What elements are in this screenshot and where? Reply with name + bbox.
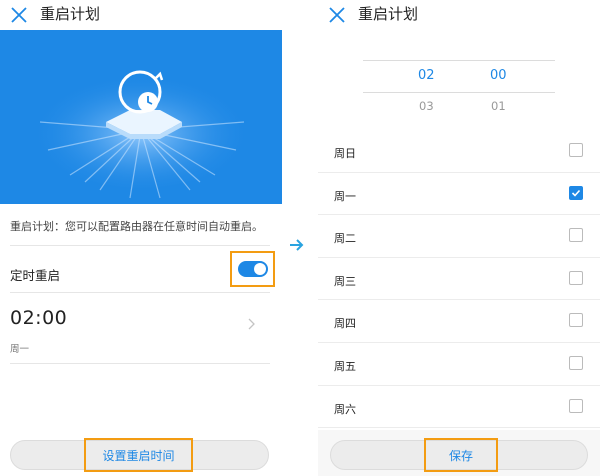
day-label: 周五: [334, 360, 356, 373]
minute-next[interactable]: 01: [491, 99, 506, 113]
page-title: 重启计划: [358, 5, 419, 23]
picker-line: [363, 60, 555, 61]
hour-selected[interactable]: 02: [418, 68, 435, 83]
day-row-friday[interactable]: 周五: [318, 343, 600, 386]
schedule-description: 重启计划：您可以配置路由器在任意时间自动重启。: [10, 220, 263, 233]
day-row-tuesday[interactable]: 周二: [318, 215, 600, 258]
day-checkbox[interactable]: [569, 356, 583, 370]
day-row-sunday[interactable]: 周日: [318, 130, 600, 173]
day-label: 周六: [334, 402, 356, 416]
set-reboot-time-button[interactable]: 设置重启时间: [84, 438, 193, 472]
hero-banner: [0, 30, 282, 204]
weekday-list: 周日 周一 周二 周三 周四 周五 周六: [318, 130, 600, 430]
day-row-monday[interactable]: 周一: [318, 173, 600, 216]
arrow-right-icon: [290, 239, 304, 251]
divider: [10, 363, 270, 364]
check-icon: [571, 189, 581, 197]
reboot-time[interactable]: 02:00: [10, 307, 67, 329]
day-row-saturday[interactable]: 周六: [318, 386, 600, 429]
day-row-wednesday[interactable]: 周三: [318, 258, 600, 301]
reboot-days-summary: 周一: [10, 344, 30, 355]
close-icon[interactable]: [328, 6, 346, 24]
day-checkbox[interactable]: [569, 228, 583, 243]
day-label: 周三: [334, 274, 356, 288]
minute-selected[interactable]: 00: [490, 68, 507, 83]
reboot-schedule-screen: 重启计划 重启计划：您可以配置路由器在任意时间自动重启。 定时重启 02:00 …: [0, 0, 282, 476]
divider: [10, 292, 270, 293]
day-label: 周四: [334, 317, 356, 331]
chevron-right-icon[interactable]: [248, 318, 256, 330]
day-label: 周二: [334, 232, 356, 246]
time-picker[interactable]: 02 00 03 01: [318, 30, 600, 130]
day-checkbox[interactable]: [569, 398, 583, 413]
timer-reboot-label: 定时重启: [10, 268, 61, 283]
timer-reboot-toggle[interactable]: [238, 261, 268, 277]
top-bar: 重启计划: [318, 0, 600, 30]
day-row-thursday[interactable]: 周四: [318, 300, 600, 343]
day-checkbox[interactable]: [569, 270, 583, 285]
hour-next[interactable]: 03: [419, 99, 434, 113]
day-label: 周日: [334, 147, 356, 160]
router-clock-illustration: [31, 68, 251, 199]
toggle-knob: [254, 263, 266, 275]
top-bar: 重启计划: [0, 0, 282, 30]
day-checkbox[interactable]: [569, 313, 583, 328]
day-label: 周一: [334, 189, 356, 203]
reboot-time-edit-screen: 重启计划 02 00 03 01 周日 周一 周二 周三 周四 周五 周六 保存: [318, 0, 600, 476]
day-checkbox[interactable]: [569, 185, 583, 200]
picker-line: [363, 92, 555, 93]
close-icon[interactable]: [10, 6, 28, 24]
divider: [10, 245, 270, 246]
save-button[interactable]: 保存: [424, 438, 498, 472]
page-title: 重启计划: [40, 5, 101, 23]
day-checkbox[interactable]: [569, 143, 583, 157]
